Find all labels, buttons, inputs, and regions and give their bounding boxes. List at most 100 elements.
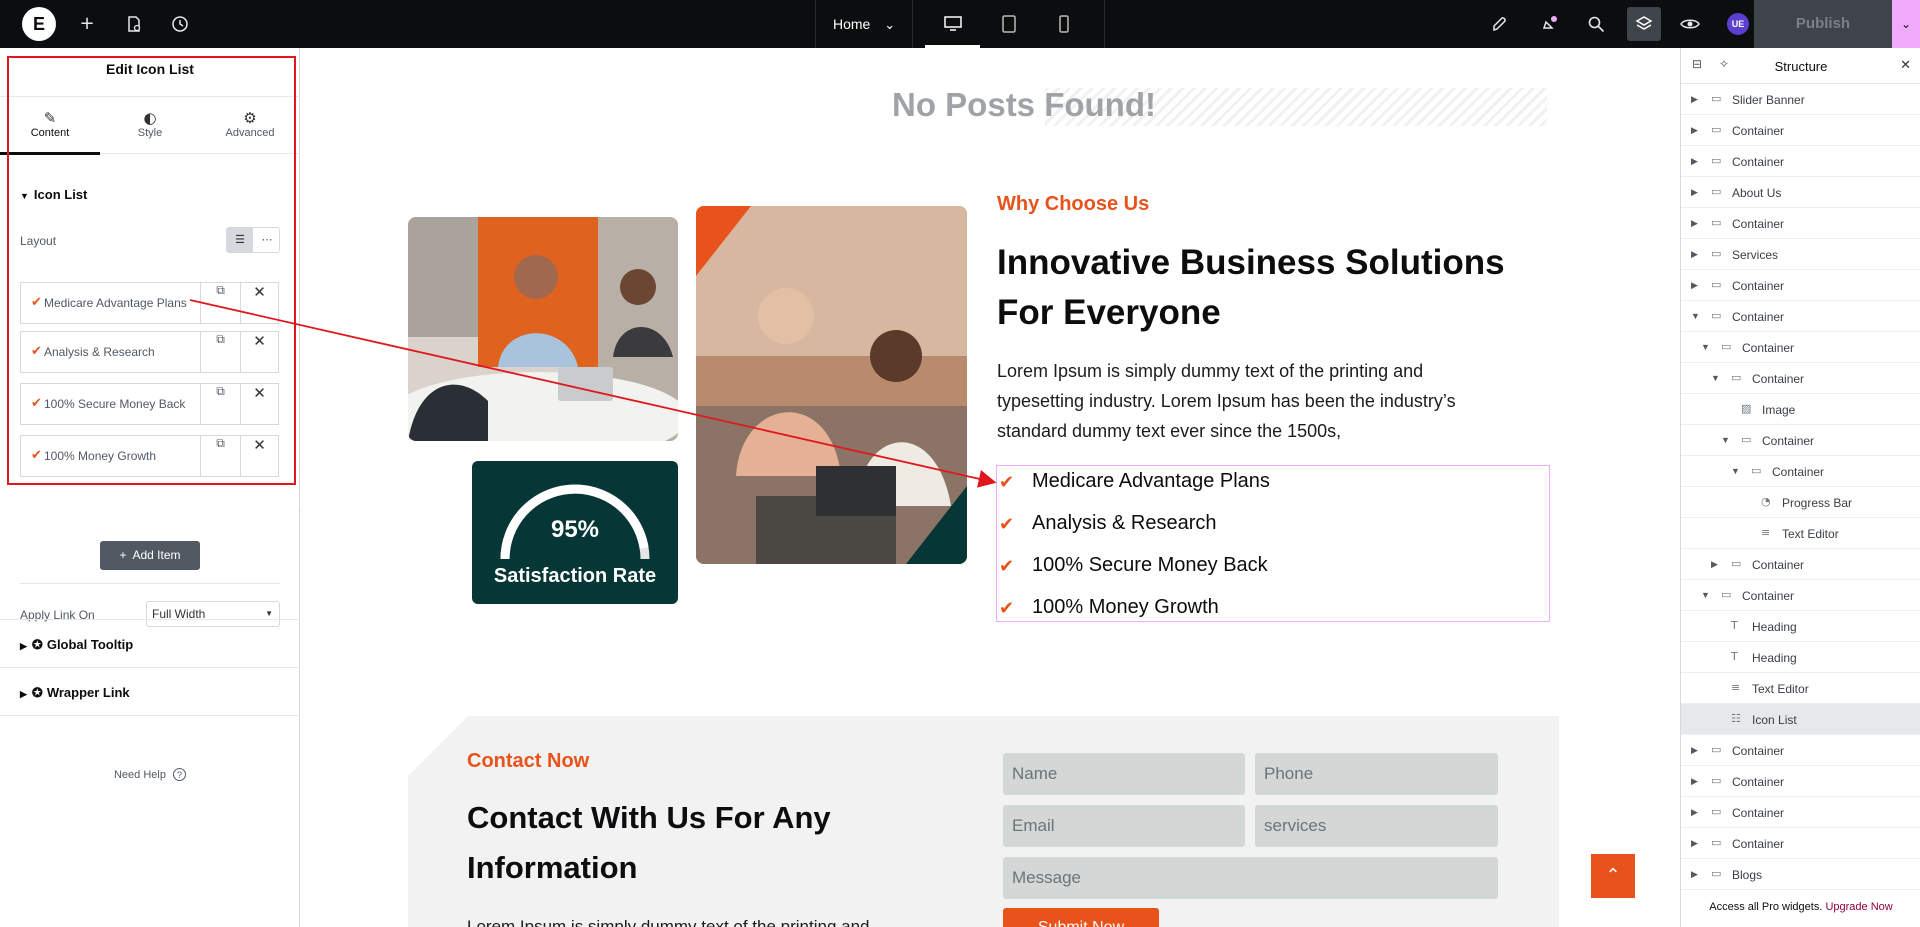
structure-row[interactable]: ◔ Progress Bar	[1681, 487, 1920, 518]
container-icon: ▭	[1711, 185, 1722, 198]
container-icon: ▭	[1711, 867, 1722, 880]
container-icon: ▭	[1711, 805, 1722, 818]
structure-row[interactable]: ▼ ▭ Container	[1681, 580, 1920, 611]
container-icon: ▭	[1711, 247, 1722, 260]
structure-row[interactable]: ▶ ▭ About Us	[1681, 177, 1920, 208]
caret-right-icon[interactable]: ▶	[1691, 838, 1698, 849]
structure-row[interactable]: ▶ ▭ Services	[1681, 239, 1920, 270]
caret-right-icon[interactable]: ▶	[1691, 94, 1698, 105]
container-icon: ▭	[1711, 743, 1722, 756]
structure-row-label: Container	[1732, 310, 1785, 324]
container-icon: ▭	[1751, 464, 1762, 477]
icon-list-icon: ☷	[1731, 712, 1741, 725]
container-icon: ▭	[1731, 557, 1742, 570]
structure-row[interactable]: ≡ Text Editor	[1681, 518, 1920, 549]
caret-right-icon[interactable]: ▶	[1691, 280, 1698, 291]
upgrade-link[interactable]: Upgrade Now	[1825, 901, 1892, 913]
structure-row[interactable]: T Heading	[1681, 642, 1920, 673]
structure-row[interactable]: ▼ ▭ Container	[1681, 456, 1920, 487]
structure-row[interactable]: ▼ ▭ Container	[1681, 425, 1920, 456]
structure-row[interactable]: ▨ Image	[1681, 394, 1920, 425]
caret-right-icon[interactable]: ▶	[1711, 559, 1718, 570]
structure-row[interactable]: ▶ ▭ Container	[1681, 270, 1920, 301]
structure-row-label: Icon List	[1752, 713, 1797, 727]
caret-right-icon[interactable]: ▶	[1691, 807, 1698, 818]
structure-row-label: Services	[1732, 248, 1779, 262]
caret-down-icon[interactable]: ▼	[1721, 435, 1730, 445]
structure-row-label: Container	[1732, 744, 1785, 758]
structure-row-label: Container	[1762, 434, 1815, 448]
structure-row-label: Heading	[1752, 651, 1797, 665]
container-icon: ▭	[1711, 774, 1722, 787]
caret-right-icon[interactable]: ▶	[1691, 125, 1698, 136]
structure-row[interactable]: ▶ ▭ Container	[1681, 549, 1920, 580]
caret-down-icon[interactable]: ▼	[1731, 466, 1740, 476]
structure-row-label: Image	[1762, 403, 1796, 417]
annotation-arrow	[189, 299, 997, 488]
caret-right-icon[interactable]: ▶	[1691, 156, 1698, 167]
structure-row[interactable]: ▶ ▭ Container	[1681, 146, 1920, 177]
structure-row-label: Container	[1732, 217, 1785, 231]
structure-row-label: Container	[1732, 279, 1785, 293]
container-icon: ▭	[1711, 92, 1722, 105]
structure-title: Structure	[1774, 59, 1828, 74]
structure-row[interactable]: T Heading	[1681, 611, 1920, 642]
heading-icon: T	[1731, 619, 1738, 632]
structure-row-label: Container	[1752, 372, 1805, 386]
progress-icon: ◔	[1761, 495, 1771, 508]
close-icon[interactable]: ✕	[1900, 57, 1911, 73]
caret-down-icon[interactable]: ▼	[1691, 311, 1700, 321]
container-icon: ▭	[1721, 588, 1732, 601]
caret-right-icon[interactable]: ▶	[1691, 745, 1698, 756]
structure-row-label: Progress Bar	[1782, 496, 1853, 510]
container-icon: ▭	[1711, 836, 1722, 849]
structure-row[interactable]: ☷ Icon List	[1681, 704, 1920, 735]
container-icon: ▭	[1711, 123, 1722, 136]
structure-row[interactable]: ≡ Text Editor	[1681, 673, 1920, 704]
image-icon: ▨	[1741, 402, 1752, 415]
caret-down-icon[interactable]: ▼	[1711, 373, 1720, 383]
caret-right-icon[interactable]: ▶	[1691, 218, 1698, 229]
caret-right-icon[interactable]: ▶	[1691, 869, 1698, 880]
caret-right-icon[interactable]: ▶	[1691, 187, 1698, 198]
structure-row-label: About Us	[1732, 186, 1782, 200]
upgrade-banner: Access all Pro widgets. Upgrade Now	[1681, 901, 1920, 913]
text-editor-icon: ≡	[1761, 526, 1771, 539]
structure-row-label: Heading	[1752, 620, 1797, 634]
structure-row-label: Container	[1752, 558, 1805, 572]
structure-row[interactable]: ▶ ▭ Container	[1681, 208, 1920, 239]
structure-row[interactable]: ▶ ▭ Blogs	[1681, 859, 1920, 890]
structure-row-label: Container	[1742, 589, 1795, 603]
structure-row-label: Container	[1772, 465, 1825, 479]
structure-row-label: Blogs	[1732, 868, 1763, 882]
structure-row-label: Container	[1732, 775, 1785, 789]
structure-header: ⊟ ✧ Structure ✕	[1681, 48, 1920, 84]
structure-row[interactable]: ▶ ▭ Container	[1681, 797, 1920, 828]
caret-right-icon[interactable]: ▶	[1691, 776, 1698, 787]
structure-row-label: Text Editor	[1752, 682, 1809, 696]
structure-row[interactable]: ▶ ▭ Container	[1681, 766, 1920, 797]
caret-down-icon[interactable]: ▼	[1701, 342, 1710, 352]
structure-row-label: Slider Banner	[1732, 93, 1805, 107]
text-editor-icon: ≡	[1731, 681, 1741, 694]
container-icon: ▭	[1711, 154, 1722, 167]
structure-row-label: Container	[1742, 341, 1795, 355]
container-icon: ▭	[1731, 371, 1742, 384]
structure-row[interactable]: ▶ ▭ Slider Banner	[1681, 84, 1920, 115]
container-icon: ▭	[1711, 216, 1722, 229]
structure-row[interactable]: ▶ ▭ Container	[1681, 115, 1920, 146]
structure-row-label: Text Editor	[1782, 527, 1839, 541]
structure-row[interactable]: ▶ ▭ Container	[1681, 828, 1920, 859]
caret-right-icon[interactable]: ▶	[1691, 249, 1698, 260]
upgrade-text: Access all Pro widgets.	[1709, 901, 1823, 913]
caret-down-icon[interactable]: ▼	[1701, 590, 1710, 600]
structure-row[interactable]: ▼ ▭ Container	[1681, 301, 1920, 332]
structure-row-label: Container	[1732, 806, 1785, 820]
structure-row[interactable]: ▶ ▭ Container	[1681, 735, 1920, 766]
container-icon: ▭	[1721, 340, 1732, 353]
structure-row[interactable]: ▼ ▭ Container	[1681, 363, 1920, 394]
structure-row-label: Container	[1732, 155, 1785, 169]
structure-row-label: Container	[1732, 124, 1785, 138]
structure-row[interactable]: ▼ ▭ Container	[1681, 332, 1920, 363]
container-icon: ▭	[1711, 278, 1722, 291]
